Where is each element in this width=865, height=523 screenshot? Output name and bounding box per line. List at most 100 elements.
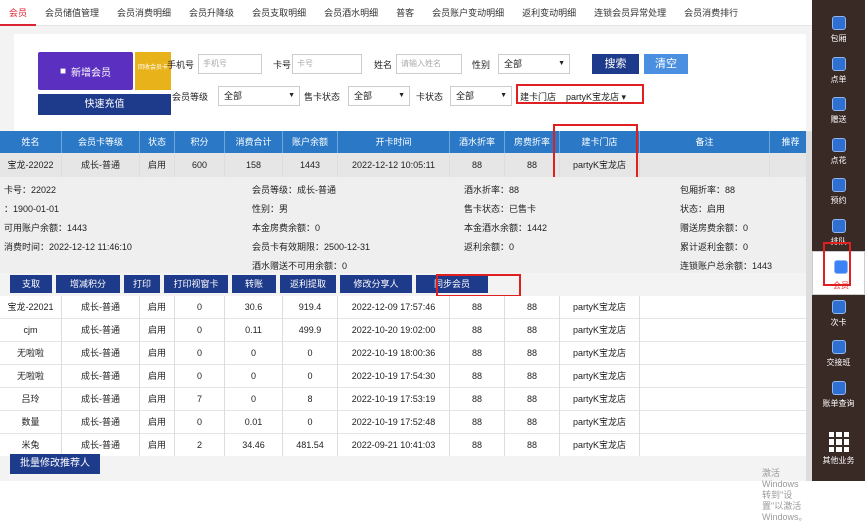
table-cell: partyK宝龙店 — [560, 342, 640, 365]
table-cell: 启用 — [140, 342, 175, 365]
column-header-10[interactable]: 备注 — [640, 131, 770, 153]
tab-9[interactable]: 连锁会员异常处理 — [585, 0, 675, 26]
column-header-7[interactable]: 酒水折率 — [450, 131, 505, 153]
table-row[interactable]: 吕玲 成长-普通 启用 7 0 8 2022-10-19 17:53:19 88 88 party… — [0, 388, 812, 411]
table-cell: 成长-普通 — [62, 388, 140, 411]
tab-1[interactable]: 会员储值管理 — [36, 0, 108, 26]
phone-input[interactable]: 手机号 — [198, 54, 262, 74]
action-button-5[interactable]: 返利提取 — [280, 275, 336, 293]
sidebar-item-7[interactable]: 次卡 — [812, 292, 865, 336]
name-input[interactable]: 请输入姓名 — [396, 54, 462, 74]
highlight-box — [553, 124, 638, 179]
sidebar-item-1[interactable]: 点单 — [812, 49, 865, 93]
gender-select[interactable]: 全部 ▼ — [498, 54, 570, 74]
table-cell: 成长-普通 — [62, 434, 140, 456]
table-cell: 2022-09-21 10:41:03 — [338, 434, 450, 456]
selected-cell: 1443 — [283, 153, 338, 177]
sidebar-item-4[interactable]: 预约 — [812, 170, 865, 214]
table-cell: 米兔 — [0, 434, 62, 456]
tab-0[interactable]: 会员 — [0, 0, 37, 26]
table-cell: 88 — [505, 296, 560, 319]
action-button-4[interactable]: 转账 — [232, 275, 276, 293]
recycle-card-button[interactable]: 回收会员卡 — [135, 52, 171, 90]
sidebar-item-0[interactable]: 包厢 — [812, 8, 865, 52]
tab-10[interactable]: 会员消费排行 — [675, 0, 747, 26]
detail-birthday: ：1900-01-01 — [4, 204, 60, 214]
sidebar-label: 点单 — [830, 74, 847, 84]
card-state-select[interactable]: 全部 ▼ — [450, 86, 512, 106]
table-cell: 无啦啦 — [0, 365, 62, 388]
table-cell: 88 — [505, 411, 560, 434]
sidebar-item-8[interactable]: 交接班 — [812, 332, 865, 376]
detail-wine-balance: 酒水赠送不可用余额：0 — [252, 261, 348, 271]
table-cell: 0 — [225, 365, 283, 388]
table-row[interactable]: cjm 成长-普通 启用 0 0.11 499.9 2022-10-20 19:02:00 8… — [0, 319, 812, 342]
action-button-0[interactable]: 支取 — [10, 275, 52, 293]
quick-recharge-button[interactable]: 快速充值 — [38, 94, 171, 115]
level-select[interactable]: 全部 ▼ — [218, 86, 300, 106]
tab-6[interactable]: 普客 — [387, 0, 423, 26]
selected-cell: 2022-12-12 10:05:11 — [338, 153, 450, 177]
highlight-box — [823, 242, 851, 286]
table-cell: 88 — [450, 411, 505, 434]
selected-cell: 88 — [450, 153, 505, 177]
clear-button[interactable]: 清空 — [644, 54, 688, 74]
detail-total-rebate: 累计返利金额：0 — [680, 242, 749, 252]
action-button-3[interactable]: 打印视窗卡 — [164, 275, 228, 293]
sidebar-item-2[interactable]: 赠送 — [812, 89, 865, 133]
table-cell: 88 — [450, 319, 505, 342]
table-row[interactable]: 无啦啦 成长-普通 启用 0 0 0 2022-10-19 17:54:30 88 88 part… — [0, 365, 812, 388]
selected-row[interactable]: 宝龙-22022 成长-普通 启用 600 158 1443 2022-12-12 10:0… — [0, 153, 812, 177]
detail-room-rate: 包厢折率：88 — [680, 185, 736, 195]
tab-2[interactable]: 会员消费明细 — [108, 0, 180, 26]
table-row[interactable]: 数量 成长-普通 启用 0 0.01 0 2022-10-19 17:52:48 88 88 pa… — [0, 411, 812, 434]
batch-edit-referrer-button[interactable]: 批量修改推荐人 — [10, 454, 100, 474]
tab-8[interactable]: 返利变动明细 — [513, 0, 585, 26]
sidebar-icon — [831, 380, 846, 395]
table-cell: 启用 — [140, 411, 175, 434]
table-cell: 成长-普通 — [62, 365, 140, 388]
column-header-2[interactable]: 状态 — [140, 131, 175, 153]
table-row[interactable]: 宝龙-22021 成长-普通 启用 0 30.6 919.4 2022-12-09 17:5… — [0, 296, 812, 319]
table-cell: 0 — [283, 365, 338, 388]
sidebar-item-3[interactable]: 点花 — [812, 130, 865, 174]
table-cell: 34.46 — [225, 434, 283, 456]
column-header-4[interactable]: 消费合计 — [225, 131, 283, 153]
column-header-0[interactable]: 姓名 — [0, 131, 62, 153]
column-header-3[interactable]: 积分 — [175, 131, 225, 153]
table-cell: 启用 — [140, 365, 175, 388]
column-header-1[interactable]: 会员卡等级 — [62, 131, 140, 153]
sidebar-label: 账单查询 — [822, 398, 855, 408]
search-button[interactable]: 搜索 — [592, 54, 639, 74]
detail-sale-state: 售卡状态：已售卡 — [464, 204, 537, 214]
table-cell: partyK宝龙店 — [560, 434, 640, 456]
table-row[interactable]: 无啦啦 成长-普通 启用 0 0 0 2022-10-19 18:00:36 88 88 part… — [0, 342, 812, 365]
action-button-2[interactable]: 打印 — [124, 275, 160, 293]
new-member-button[interactable]: ■ 新增会员 — [38, 52, 133, 90]
table-cell: 成长-普通 — [62, 411, 140, 434]
table-cell: 0 — [283, 342, 338, 365]
column-header-8[interactable]: 房费折率 — [505, 131, 560, 153]
top-tabs: 会员 会员储值管理 会员消费明细 会员升降级 会员支取明细 会员酒水明细 普客 会员账户变动明… — [0, 0, 812, 26]
table-cell: 启用 — [140, 296, 175, 319]
selected-cell: 宝龙-22022 — [0, 153, 62, 177]
tab-7[interactable]: 会员账户变动明细 — [423, 0, 513, 26]
tab-4[interactable]: 会员支取明细 — [243, 0, 315, 26]
sidebar-icon — [831, 340, 846, 354]
tab-5[interactable]: 会员酒水明细 — [315, 0, 387, 26]
detail-state: 状态：启用 — [680, 204, 726, 214]
action-button-1[interactable]: 增减积分 — [56, 275, 120, 293]
sidebar-item-9[interactable]: 账单查询 — [812, 373, 865, 417]
action-button-6[interactable]: 修改分享人 — [340, 275, 412, 293]
column-header-5[interactable]: 账户余额 — [283, 131, 338, 153]
table-row[interactable]: 米兔 成长-普通 启用 2 34.46 481.54 2022-09-21 10:41:03… — [0, 434, 812, 456]
tab-3[interactable]: 会员升降级 — [180, 0, 243, 26]
chevron-down-icon: ▼ — [398, 92, 405, 99]
column-header-6[interactable]: 开卡时间 — [338, 131, 450, 153]
chevron-down-icon: ▼ — [288, 92, 295, 99]
sale-state-select[interactable]: 全部 ▼ — [348, 86, 410, 106]
table-cell: 2022-10-19 17:54:30 — [338, 365, 450, 388]
card-input[interactable]: 卡号 — [292, 54, 362, 74]
detail-gift-room: 赠送房费余额：0 — [680, 223, 749, 233]
sidebar-label: 点花 — [830, 155, 847, 165]
